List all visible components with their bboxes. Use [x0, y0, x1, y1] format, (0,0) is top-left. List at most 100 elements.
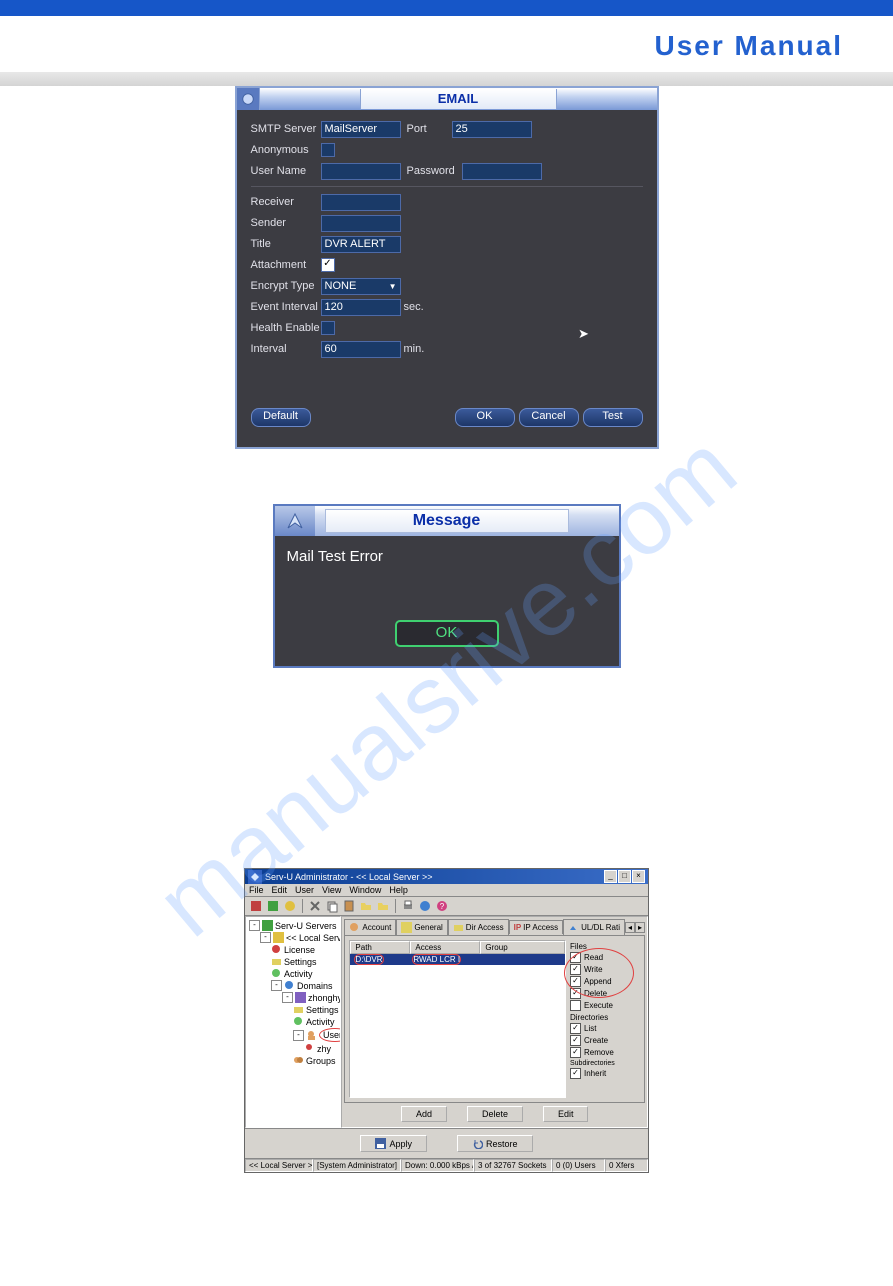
execute-checkbox[interactable]: [570, 1000, 581, 1011]
servu-window: Serv-U Administrator - << Local Server >…: [244, 868, 649, 1173]
event-interval-input[interactable]: [321, 299, 401, 316]
col-path[interactable]: Path: [350, 941, 410, 954]
remove-checkbox[interactable]: [570, 1047, 581, 1058]
test-button[interactable]: Test: [583, 408, 643, 427]
default-button[interactable]: Default: [251, 408, 311, 427]
expand-icon[interactable]: -: [271, 980, 282, 991]
health-enable-label: Health Enable: [251, 322, 321, 334]
menu-user[interactable]: User: [295, 885, 314, 895]
port-input[interactable]: [452, 121, 532, 138]
title-input[interactable]: [321, 236, 401, 253]
ok-button[interactable]: OK: [455, 408, 515, 427]
files-header: Files: [570, 942, 640, 951]
print-icon[interactable]: [401, 899, 415, 913]
list-checkbox[interactable]: [570, 1023, 581, 1034]
interval-input[interactable]: [321, 341, 401, 358]
cursor-icon: ➤: [578, 326, 589, 342]
create-checkbox[interactable]: [570, 1035, 581, 1046]
folder2-icon[interactable]: [376, 899, 390, 913]
tab-ip-access[interactable]: IPIP Access: [509, 920, 564, 934]
tree-license[interactable]: License: [284, 945, 315, 955]
help-icon[interactable]: ?: [435, 899, 449, 913]
expand-icon[interactable]: -: [282, 992, 293, 1003]
globe-icon[interactable]: [418, 899, 432, 913]
message-dialog: Message Mail Test Error OK: [273, 504, 621, 668]
encrypt-type-select[interactable]: NONE ▼: [321, 278, 401, 295]
anonymous-checkbox[interactable]: [321, 143, 335, 157]
tree-root[interactable]: Serv-U Servers: [275, 921, 337, 931]
apply-button[interactable]: Apply: [360, 1135, 427, 1152]
menu-file[interactable]: File: [249, 885, 264, 895]
perm-append: Append: [584, 977, 612, 986]
attachment-checkbox[interactable]: [321, 258, 335, 272]
paste-icon[interactable]: [342, 899, 356, 913]
smtp-server-input[interactable]: [321, 121, 401, 138]
username-input[interactable]: [321, 163, 401, 180]
col-group[interactable]: Group: [480, 941, 565, 954]
tree-activity[interactable]: Activity: [284, 969, 313, 979]
close-button[interactable]: ×: [632, 870, 645, 883]
menu-edit[interactable]: Edit: [272, 885, 288, 895]
status-server: << Local Server >>: [245, 1159, 313, 1172]
tree-domain1[interactable]: zhonghy: [308, 993, 341, 1003]
tab-account[interactable]: Account: [344, 919, 396, 935]
menu-help[interactable]: Help: [389, 885, 408, 895]
receiver-input[interactable]: [321, 194, 401, 211]
col-access[interactable]: Access: [410, 941, 480, 954]
expand-icon[interactable]: -: [293, 1030, 304, 1041]
password-input[interactable]: [462, 163, 542, 180]
expand-icon[interactable]: -: [249, 920, 260, 931]
append-checkbox[interactable]: [570, 976, 581, 987]
folder-icon[interactable]: [359, 899, 373, 913]
read-checkbox[interactable]: [570, 952, 581, 963]
tree-user1[interactable]: zhy: [317, 1044, 331, 1054]
table-row[interactable]: D:\DVR RWAD LCR I: [350, 954, 565, 965]
email-title-text: EMAIL: [360, 89, 557, 109]
grey-divider: [0, 72, 893, 86]
perm-delete: Delete: [584, 989, 607, 998]
copy-icon[interactable]: [325, 899, 339, 913]
port-label: Port: [407, 123, 452, 135]
tab-dir-access[interactable]: Dir Access: [448, 919, 509, 935]
health-enable-checkbox[interactable]: [321, 321, 335, 335]
maximize-button[interactable]: □: [618, 870, 631, 883]
message-ok-button[interactable]: OK: [395, 620, 499, 647]
sender-input[interactable]: [321, 215, 401, 232]
tool-icon-2[interactable]: [266, 899, 280, 913]
add-button[interactable]: Add: [401, 1106, 447, 1122]
tree-groups[interactable]: Groups: [306, 1056, 336, 1066]
minimize-button[interactable]: _: [604, 870, 617, 883]
tool-icon-1[interactable]: [249, 899, 263, 913]
sub-header: Subdirectories: [570, 1060, 640, 1067]
tree-local[interactable]: << Local Server >>: [286, 933, 341, 943]
expand-icon[interactable]: -: [260, 932, 271, 943]
delete-checkbox[interactable]: [570, 988, 581, 999]
message-titlebar: Message: [275, 506, 619, 536]
tree-settings[interactable]: Settings: [284, 957, 317, 967]
dir-access-list[interactable]: Path Access Group D:\DVR RWAD LCR I: [349, 940, 566, 1098]
servu-titlebar[interactable]: Serv-U Administrator - << Local Server >…: [245, 869, 648, 884]
tree-users[interactable]: Users: [319, 1028, 341, 1042]
svg-text:?: ?: [440, 902, 445, 911]
delete-button[interactable]: Delete: [467, 1106, 523, 1122]
cancel-button[interactable]: Cancel: [519, 408, 579, 427]
tree-d-activity[interactable]: Activity: [306, 1017, 335, 1027]
tree-d-settings[interactable]: Settings: [306, 1005, 339, 1015]
tab-ul-dl[interactable]: UL/DL Rati: [563, 919, 625, 935]
tab-scroll[interactable]: ◂▸: [625, 922, 645, 933]
menu-view[interactable]: View: [322, 885, 341, 895]
servu-tree[interactable]: -Serv-U Servers -<< Local Server >> Lice…: [245, 916, 341, 1128]
tab-general[interactable]: General: [396, 919, 447, 935]
servu-title-text: Serv-U Administrator - << Local Server >…: [265, 872, 433, 882]
tool-icon-3[interactable]: [283, 899, 297, 913]
tree-domains[interactable]: Domains: [297, 981, 333, 991]
menu-window[interactable]: Window: [349, 885, 381, 895]
inherit-checkbox[interactable]: [570, 1068, 581, 1079]
write-checkbox[interactable]: [570, 964, 581, 975]
email-titlebar: EMAIL: [237, 88, 657, 110]
cut-icon[interactable]: [308, 899, 322, 913]
edit-button[interactable]: Edit: [543, 1106, 589, 1122]
restore-button[interactable]: Restore: [457, 1135, 533, 1152]
title-label: Title: [251, 238, 321, 250]
status-users: 0 (0) Users: [552, 1159, 605, 1172]
